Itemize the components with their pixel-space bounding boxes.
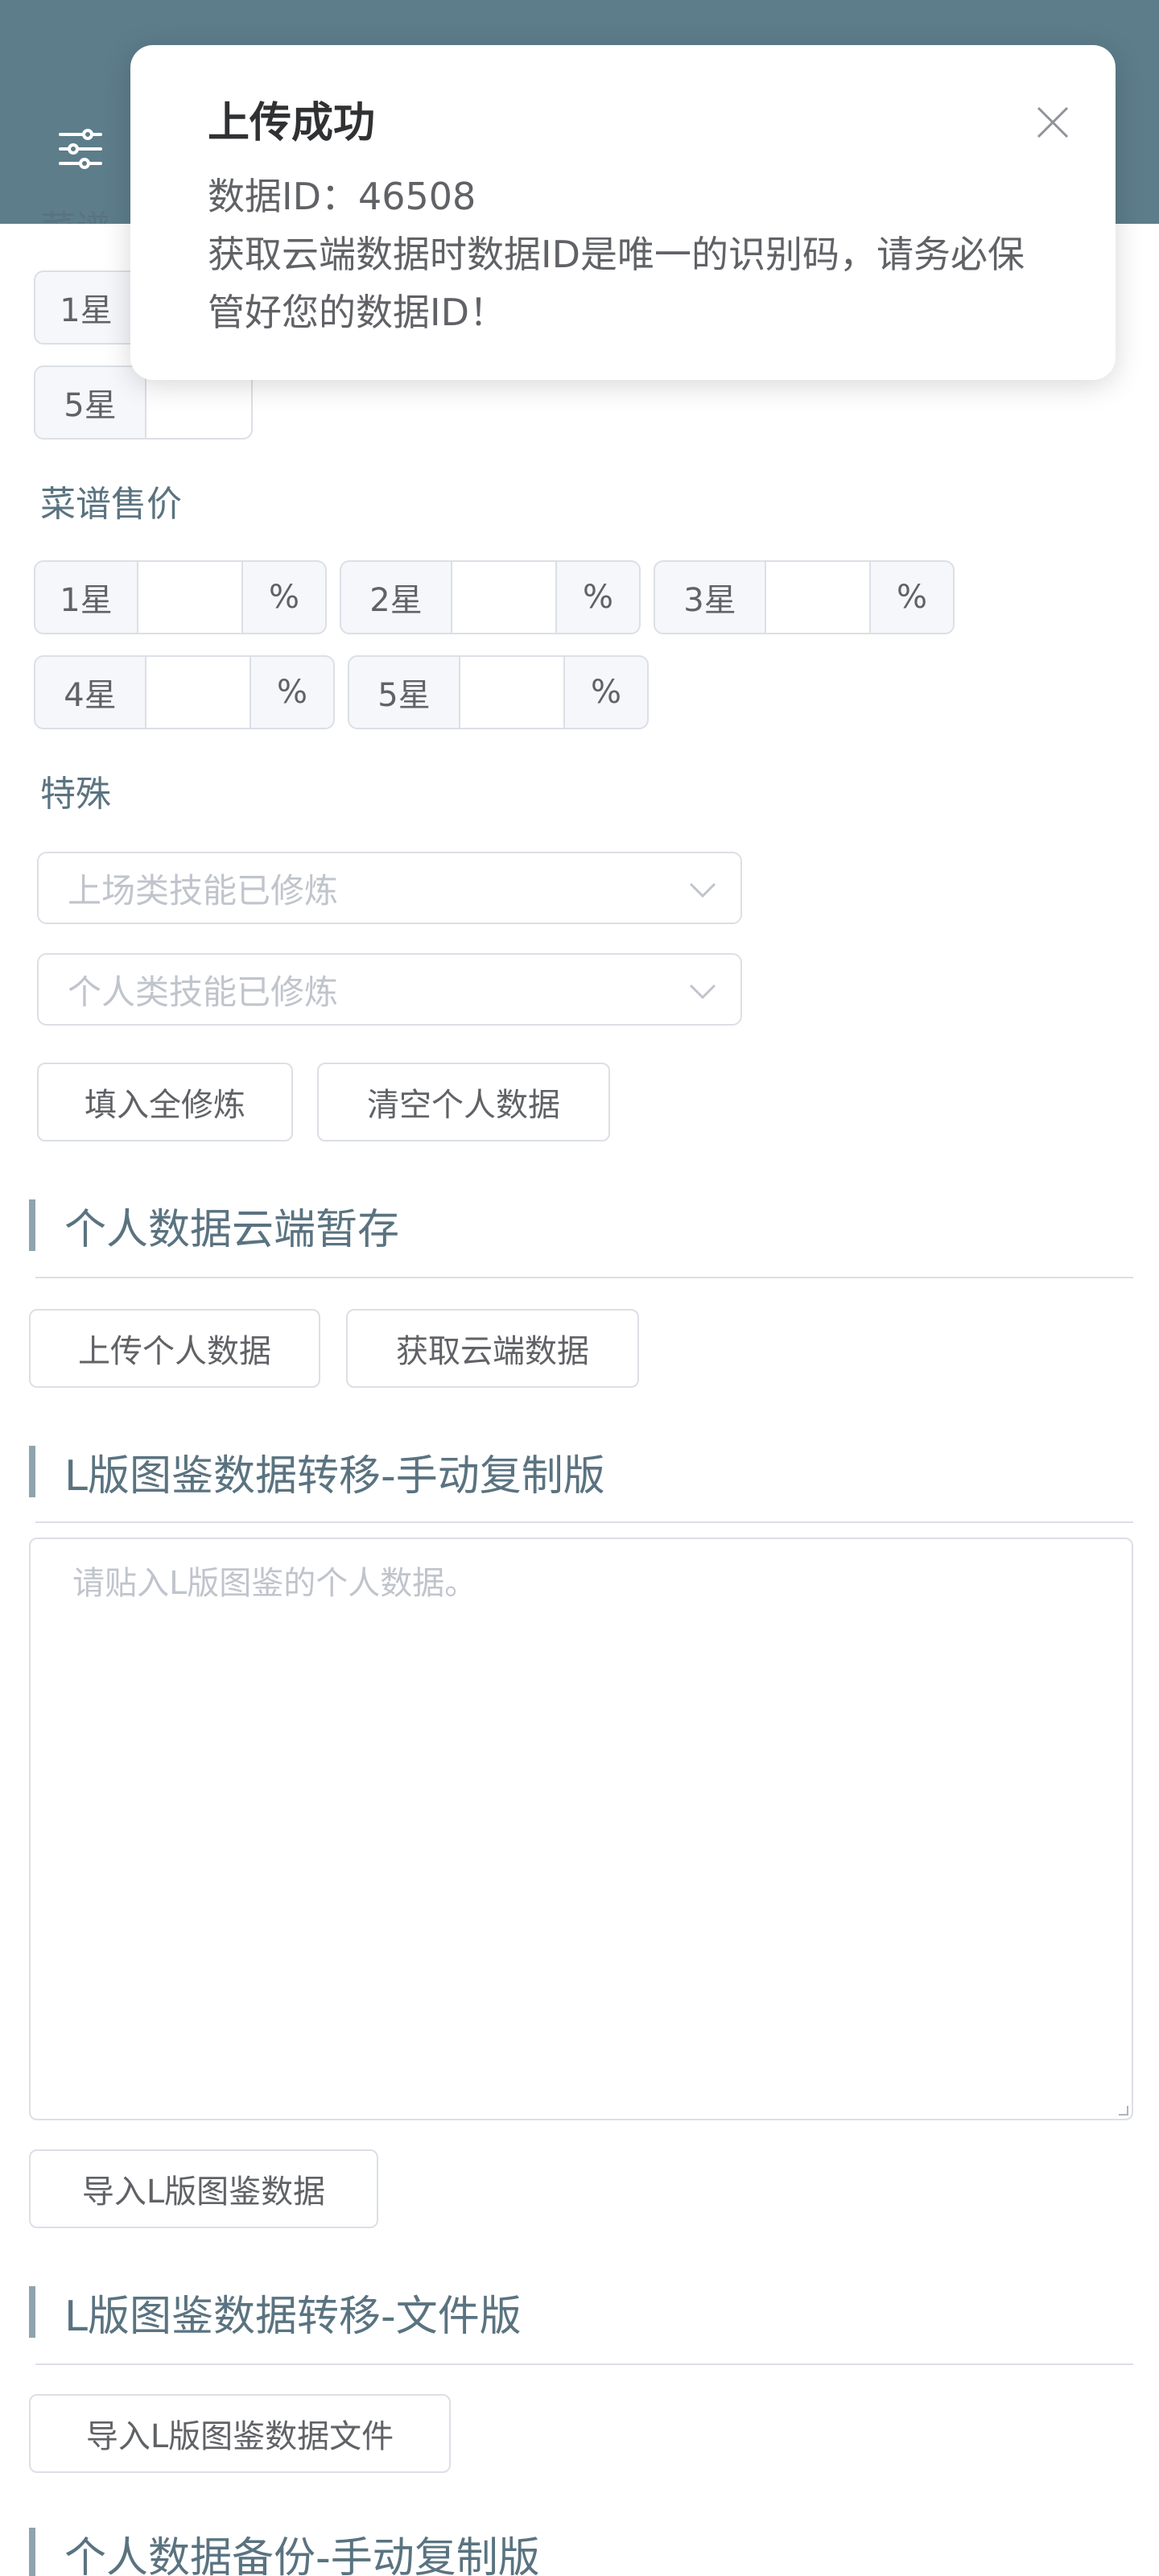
l-manual-section-title: L版图鉴数据转移-手动复制版: [29, 1446, 605, 1501]
input-prefix: 5星: [34, 365, 146, 440]
backup-section-title: 个人数据备份-手动复制版: [29, 2528, 540, 2576]
input-prefix: 2星: [340, 560, 452, 634]
input-prefix: 3星: [654, 560, 766, 634]
l-file-section-title: L版图鉴数据转移-文件版: [29, 2286, 522, 2341]
input-suffix: %: [243, 560, 327, 634]
l-data-textarea[interactable]: 请贴入L版图鉴的个人数据。: [29, 1538, 1133, 2120]
section-divider: [35, 1521, 1133, 1523]
chevron-down-icon: [689, 984, 716, 1000]
section-divider: [35, 1277, 1133, 1278]
upload-personal-data-button[interactable]: 上传个人数据: [29, 1309, 320, 1388]
recipe-price-row-2: 4星 % 5星 %: [34, 655, 649, 729]
textarea-placeholder: 请贴入L版图鉴的个人数据。: [72, 1565, 477, 1602]
price-input-group: 4星 %: [34, 655, 335, 729]
input-prefix: 4星: [34, 655, 146, 729]
price-input-group: 5星 %: [348, 655, 649, 729]
input-prefix: 5星: [348, 655, 460, 729]
price-input-group: 3星 %: [654, 560, 955, 634]
select-placeholder: 上场类技能已修炼: [68, 870, 339, 910]
sliders-icon[interactable]: [50, 122, 111, 175]
toast-message: 获取云端数据时数据ID是唯一的识别码，请务必保管好您的数据ID！: [208, 233, 1025, 334]
chevron-down-icon: [689, 882, 716, 898]
toast-title: 上传成功: [208, 99, 376, 147]
price-input-1[interactable]: [138, 560, 243, 634]
input-suffix: %: [565, 655, 649, 729]
recipe-price-label: 菜谱售价: [40, 484, 182, 525]
price-input-4[interactable]: [146, 655, 251, 729]
input-prefix: 1星: [34, 270, 138, 345]
price-input-group: 2星 %: [340, 560, 641, 634]
close-icon[interactable]: [1035, 105, 1070, 140]
input-suffix: %: [871, 560, 955, 634]
price-input-group: 1星 %: [34, 560, 327, 634]
toast-data-id: 数据ID：46508: [208, 175, 476, 218]
select-placeholder: 个人类技能已修炼: [68, 972, 339, 1012]
clear-personal-data-button[interactable]: 清空个人数据: [317, 1063, 610, 1141]
personal-skill-select[interactable]: 个人类技能已修炼: [37, 953, 742, 1026]
special-label: 特殊: [40, 774, 111, 815]
combat-skill-select[interactable]: 上场类技能已修炼: [37, 852, 742, 924]
recipe-price-row-1: 1星 % 2星 % 3星 %: [34, 560, 955, 634]
input-suffix: %: [251, 655, 335, 729]
section-divider: [35, 2363, 1133, 2365]
input-prefix: 1星: [34, 560, 138, 634]
price-input-2[interactable]: [452, 560, 557, 634]
input-suffix: %: [557, 560, 641, 634]
upload-success-toast: 上传成功 数据ID：46508 获取云端数据时数据ID是唯一的识别码，请务必保管…: [130, 45, 1116, 380]
price-input-3[interactable]: [766, 560, 871, 634]
fetch-cloud-data-button[interactable]: 获取云端数据: [346, 1309, 639, 1388]
resize-handle[interactable]: [1119, 2106, 1128, 2116]
price-input-5[interactable]: [460, 655, 565, 729]
cloud-section-title: 个人数据云端暂存: [29, 1199, 399, 1254]
import-l-data-file-button[interactable]: 导入L版图鉴数据文件: [29, 2394, 451, 2473]
fill-all-button[interactable]: 填入全修炼: [37, 1063, 293, 1141]
import-l-data-button[interactable]: 导入L版图鉴数据: [29, 2149, 378, 2228]
